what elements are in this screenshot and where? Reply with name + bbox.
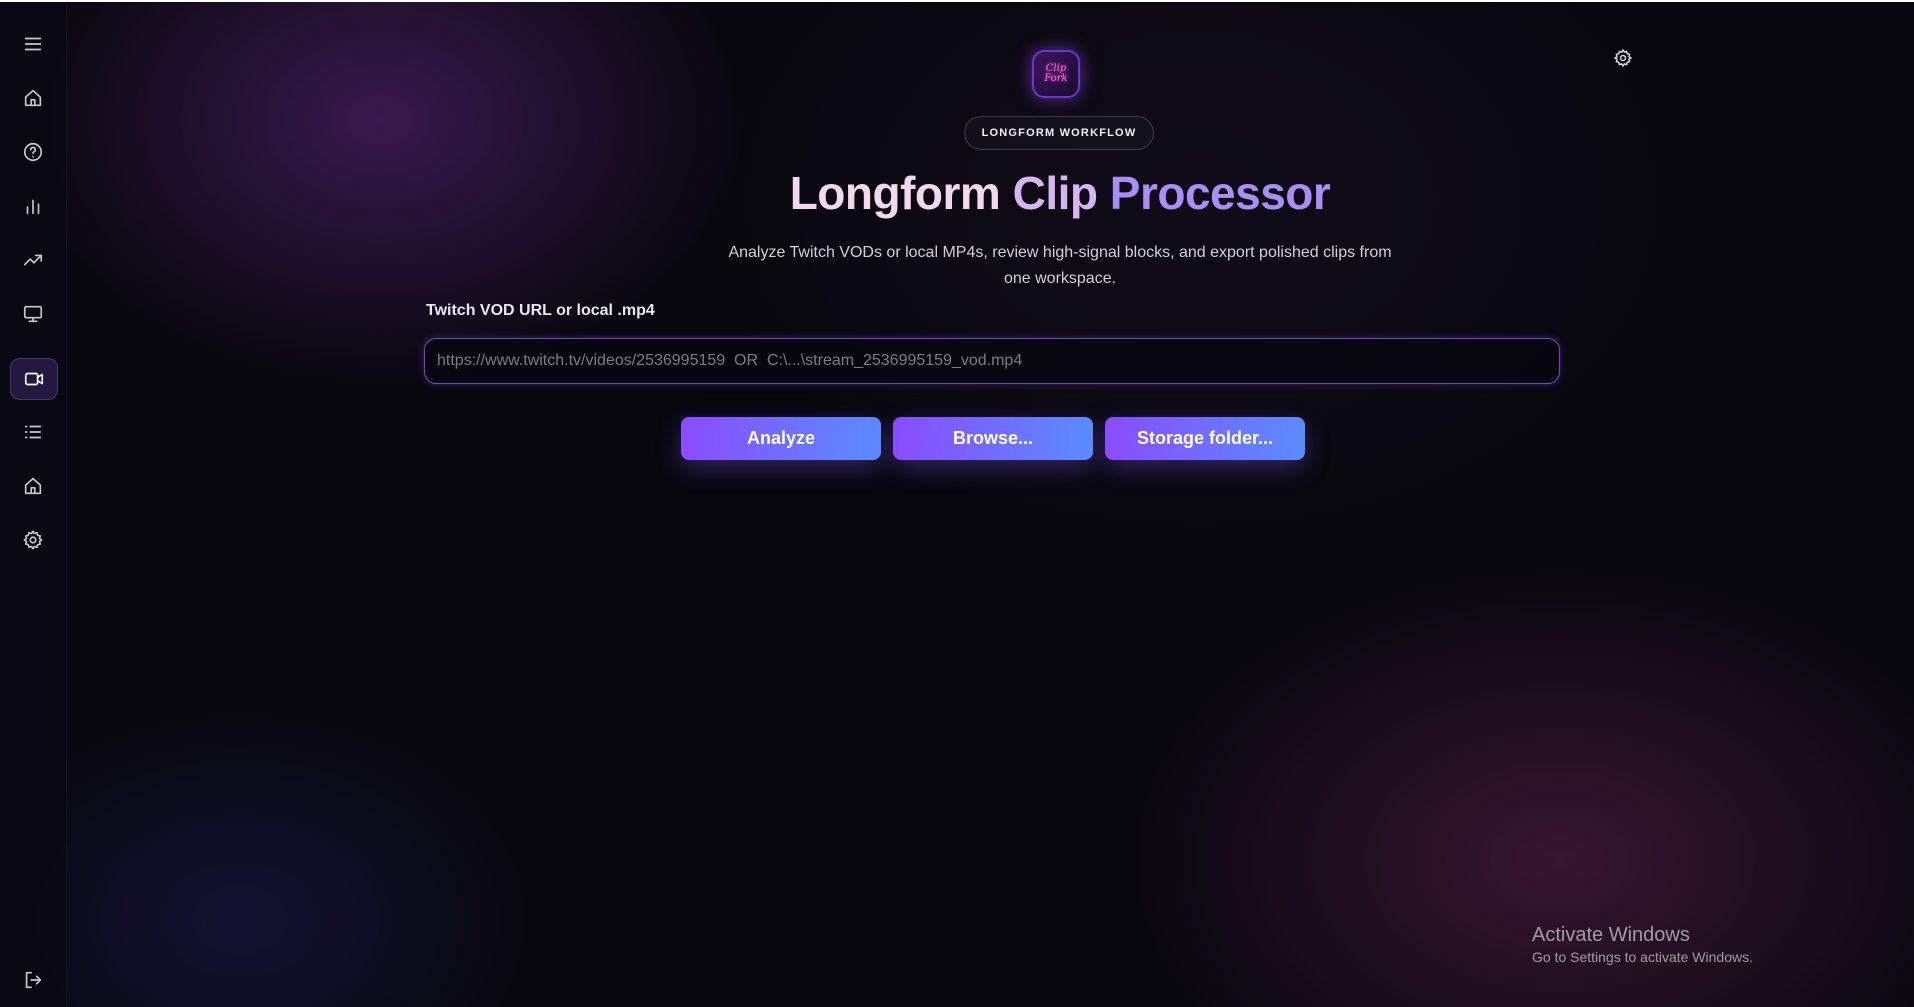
video-icon xyxy=(24,372,44,386)
settings-button[interactable] xyxy=(1611,46,1635,70)
monitor-icon xyxy=(23,305,43,323)
list-icon xyxy=(24,425,42,439)
app-logo: Clip Fork xyxy=(1032,50,1080,98)
gear-icon xyxy=(1613,48,1633,68)
sidebar-item-stats[interactable] xyxy=(10,186,56,226)
window-top-edge xyxy=(0,0,1914,2)
page-subtitle: Analyze Twitch VODs or local MP4s, revie… xyxy=(728,244,1392,287)
sidebar xyxy=(0,2,67,1007)
workflow-badge: LONGFORM WORKFLOW xyxy=(964,116,1154,150)
sidebar-item-help[interactable] xyxy=(10,132,56,172)
trending-icon xyxy=(23,254,43,266)
sidebar-item-home[interactable] xyxy=(10,78,56,118)
main-content: Clip Fork LONGFORM WORKFLOW Longform Cli… xyxy=(66,2,1914,1007)
sidebar-item-logout[interactable] xyxy=(10,960,56,1000)
menu-icon xyxy=(24,37,42,51)
title-part-3: Processor xyxy=(1109,167,1331,219)
browse-button[interactable]: Browse... xyxy=(893,417,1093,460)
menu-button[interactable] xyxy=(10,24,56,64)
settings-icon xyxy=(23,530,43,550)
logo-text: Clip Fork xyxy=(1044,63,1068,84)
title-part-2: Clip xyxy=(1012,167,1098,219)
analyze-button[interactable]: Analyze xyxy=(681,417,881,460)
vod-url-input[interactable] xyxy=(424,338,1560,384)
help-icon xyxy=(23,142,43,162)
vod-url-label: Twitch VOD URL or local .mp4 xyxy=(426,302,655,319)
bar-chart-icon xyxy=(26,199,40,215)
sidebar-item-settings[interactable] xyxy=(10,520,56,560)
sidebar-item-home-2[interactable] xyxy=(10,466,56,506)
home-icon xyxy=(24,89,42,107)
sidebar-item-video[interactable] xyxy=(10,358,58,400)
logout-icon xyxy=(25,971,42,989)
app-window: Clip Fork LONGFORM WORKFLOW Longform Cli… xyxy=(0,0,1914,1007)
title-part-1: Longform xyxy=(789,167,1001,219)
sidebar-item-trends[interactable] xyxy=(10,240,56,280)
page-title: Longform Clip Processor xyxy=(614,162,1506,224)
home-icon xyxy=(24,477,42,495)
storage-folder-button[interactable]: Storage folder... xyxy=(1105,417,1305,460)
sidebar-item-monitor[interactable] xyxy=(10,294,56,334)
sidebar-item-list[interactable] xyxy=(10,412,56,452)
